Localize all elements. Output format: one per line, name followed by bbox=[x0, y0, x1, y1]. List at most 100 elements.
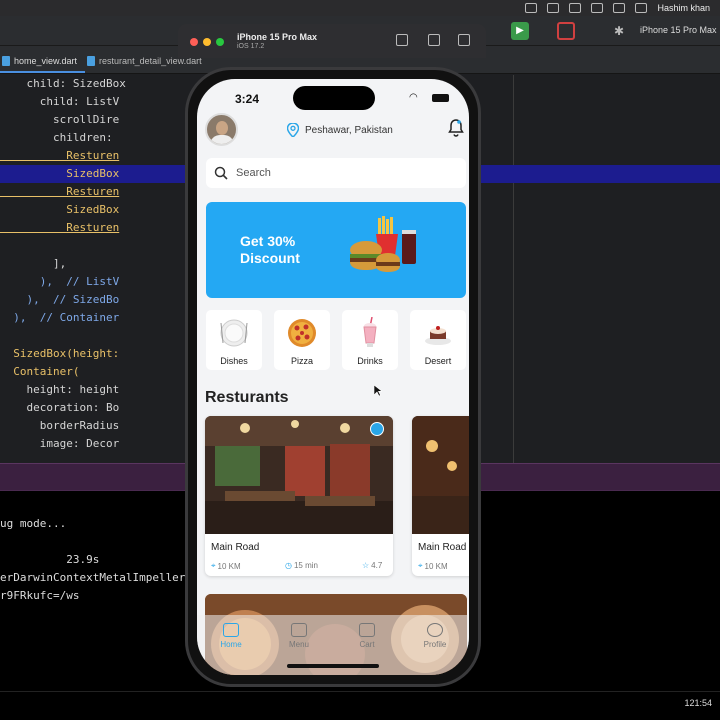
code-text: ], bbox=[0, 257, 67, 270]
code-text: Resturen bbox=[0, 149, 120, 162]
home-indicator[interactable] bbox=[287, 664, 379, 668]
simulator-subtitle: iOS 17.2 bbox=[237, 43, 265, 50]
code-text: scrollDire bbox=[0, 113, 120, 126]
category-label: Drinks bbox=[357, 356, 383, 366]
search-input[interactable] bbox=[236, 167, 436, 179]
menu-book-icon bbox=[291, 623, 307, 637]
location-label: Peshawar, Pakistan bbox=[305, 124, 393, 136]
code-text: ), // ListV bbox=[0, 275, 120, 288]
code-text: Resturen bbox=[0, 221, 120, 234]
nav-home[interactable]: Home bbox=[206, 623, 256, 675]
code-text: SizedBox(height: bbox=[0, 347, 120, 360]
code-text: child: ListV bbox=[0, 95, 120, 108]
status-bar: 121:54 bbox=[0, 691, 720, 720]
rating-value: 4.7 bbox=[371, 561, 383, 570]
mouse-cursor-icon bbox=[374, 385, 382, 397]
location-display[interactable]: Peshawar, Pakistan bbox=[287, 123, 393, 137]
bell-icon[interactable] bbox=[448, 119, 464, 137]
dart-file-icon bbox=[87, 56, 96, 66]
category-label: Pizza bbox=[290, 356, 313, 366]
restaurant-card[interactable]: Main Road ⌖ 10 KM bbox=[412, 416, 469, 576]
menubar-user-name[interactable]: Hashim khan bbox=[657, 3, 710, 13]
zoom-window-button[interactable] bbox=[216, 38, 224, 46]
category-dishes[interactable]: Dishes bbox=[206, 310, 262, 370]
console-line: ug mode... bbox=[0, 517, 67, 530]
code-text: height: height bbox=[0, 383, 120, 396]
code-text: SizedBox bbox=[0, 167, 120, 180]
distance-value: 10 KM bbox=[424, 561, 448, 571]
stop-button[interactable] bbox=[557, 22, 575, 40]
rotate-icon[interactable] bbox=[458, 34, 470, 46]
section-title-restaurants: Resturants bbox=[205, 389, 289, 406]
restaurant-name: Main Road bbox=[211, 542, 260, 553]
restaurant-photo bbox=[205, 416, 393, 534]
restaurant-time: ◷ 15 min bbox=[285, 561, 318, 570]
location-pin-icon: ⌖ bbox=[418, 561, 423, 570]
pizza-icon bbox=[288, 319, 316, 347]
restaurant-card[interactable]: Main Road ⌖ 10 KM ◷ 15 min ☆ 4.7 bbox=[205, 416, 393, 576]
wifi-icon[interactable] bbox=[635, 3, 648, 13]
plate-icon bbox=[220, 319, 248, 347]
code-text: children: bbox=[0, 131, 113, 144]
home-icon[interactable] bbox=[396, 34, 408, 46]
search-bar[interactable] bbox=[206, 158, 466, 188]
avatar-body bbox=[210, 135, 234, 144]
category-desert[interactable]: Desert bbox=[410, 310, 466, 370]
profile-icon bbox=[427, 623, 443, 637]
code-text: borderRadius bbox=[0, 419, 120, 432]
nav-profile[interactable]: Profile bbox=[410, 623, 460, 675]
wifi-icon: ◠ bbox=[409, 92, 418, 103]
distance-value: 10 KM bbox=[217, 561, 241, 571]
tab-resturant-detail-view[interactable]: resturant_detail_view.dart bbox=[85, 56, 210, 73]
debug-icon[interactable]: ✱ bbox=[614, 24, 624, 38]
category-label: Dishes bbox=[220, 356, 248, 366]
app-screen: 3:24 ◠ Peshawar, Pakistan Get 30% Disco bbox=[197, 79, 469, 675]
restaurant-name: Main Road bbox=[418, 542, 467, 553]
star-icon: ☆ bbox=[362, 561, 370, 570]
simulator-titlebar[interactable]: iPhone 15 Pro Max iOS 17.2 bbox=[178, 24, 486, 58]
battery-icon[interactable] bbox=[613, 3, 626, 13]
time-value: 15 min bbox=[293, 561, 318, 570]
search-icon bbox=[214, 166, 228, 180]
location-pin-icon bbox=[287, 123, 299, 137]
code-text: child: SizedBox bbox=[0, 77, 126, 90]
banner-line-2: Discount bbox=[240, 250, 300, 266]
cake-icon bbox=[425, 326, 451, 345]
battery-icon bbox=[432, 94, 449, 102]
record-icon[interactable] bbox=[525, 3, 538, 13]
nav-label: Profile bbox=[423, 640, 447, 649]
console-line: r9FRkufc=/ws bbox=[0, 589, 80, 602]
iphone-frame: 3:24 ◠ Peshawar, Pakistan Get 30% Disco bbox=[185, 67, 481, 687]
code-text: ), // Container bbox=[0, 311, 120, 324]
clock-icon: ◷ bbox=[285, 561, 292, 570]
input-source-icon[interactable] bbox=[569, 3, 582, 13]
play-icon[interactable] bbox=[547, 3, 560, 13]
close-window-button[interactable] bbox=[190, 38, 198, 46]
minimize-window-button[interactable] bbox=[203, 38, 211, 46]
favorite-heart-icon[interactable] bbox=[370, 422, 384, 436]
milkshake-icon bbox=[363, 317, 377, 347]
banner-line-1: Get 30% bbox=[240, 233, 296, 249]
home-icon bbox=[223, 623, 239, 637]
dynamic-island bbox=[293, 86, 375, 110]
code-text: SizedBox bbox=[0, 203, 120, 216]
avatar[interactable] bbox=[205, 113, 238, 146]
location-pin-icon: ⌖ bbox=[211, 561, 216, 570]
category-pizza[interactable]: Pizza bbox=[274, 310, 330, 370]
screenshot-icon[interactable] bbox=[428, 34, 440, 46]
run-button[interactable]: ▶ bbox=[511, 22, 529, 40]
category-drinks[interactable]: Drinks bbox=[342, 310, 398, 370]
cursor-position[interactable]: 121:54 bbox=[684, 698, 712, 708]
tab-label: home_view.dart bbox=[14, 56, 78, 66]
tab-home-view[interactable]: home_view.dart bbox=[0, 56, 86, 73]
console-line: erDarwinContextMetalImpeller bbox=[0, 571, 186, 584]
console-line: 23.9s bbox=[0, 553, 100, 566]
mac-menubar: Hashim khan bbox=[0, 0, 720, 16]
restaurant-rating: ☆ 4.7 bbox=[362, 561, 382, 570]
bluetooth-icon[interactable] bbox=[591, 3, 604, 13]
device-selector[interactable]: iPhone 15 Pro Max bbox=[640, 25, 717, 35]
restaurant-distance: ⌖ 10 KM bbox=[211, 561, 241, 571]
restaurant-distance: ⌖ 10 KM bbox=[418, 561, 448, 571]
code-text: image: Decor bbox=[0, 437, 120, 450]
discount-banner[interactable]: Get 30% Discount bbox=[206, 202, 466, 298]
